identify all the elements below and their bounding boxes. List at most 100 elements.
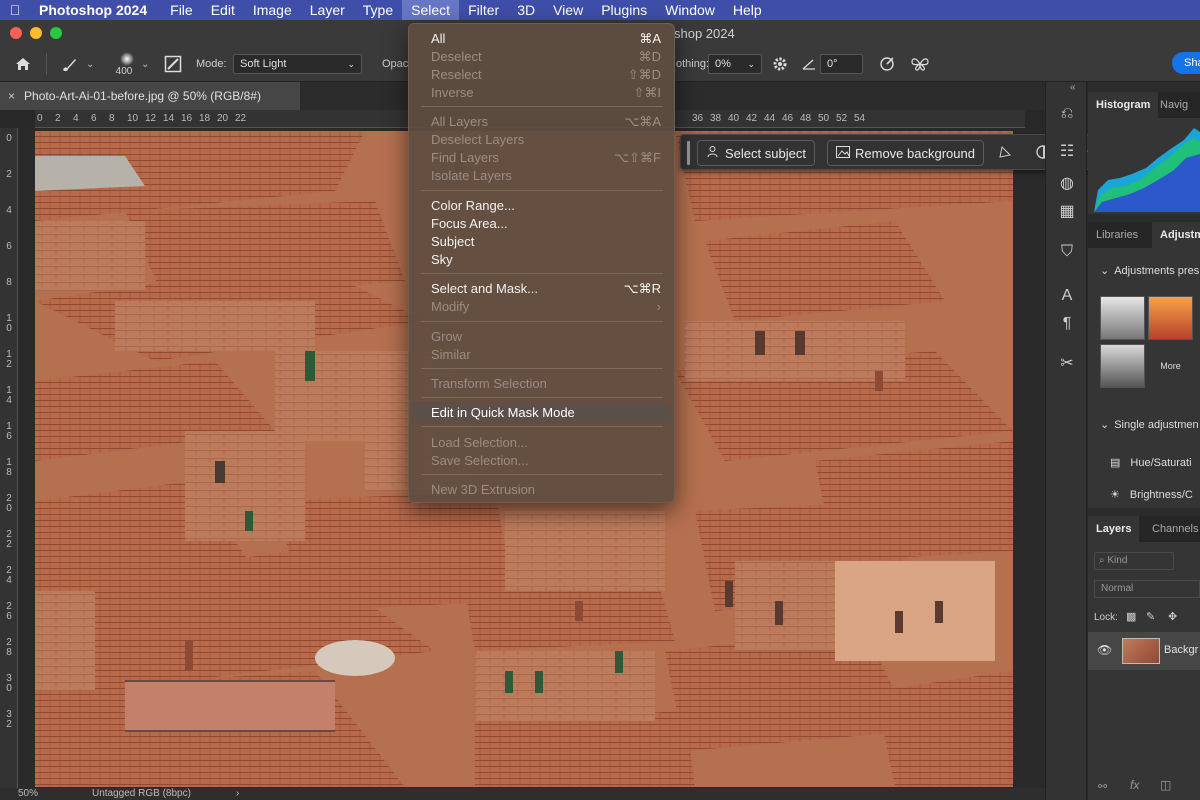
- menu-item-modify: Modify ›: [431, 298, 661, 316]
- lock-brush-icon[interactable]: ✎: [1146, 610, 1155, 623]
- ruler-number: 1 0: [6, 313, 12, 334]
- menu-view[interactable]: View: [544, 0, 592, 20]
- history-icon[interactable]: ⎌: [1057, 104, 1077, 124]
- menu-plugins[interactable]: Plugins: [592, 0, 656, 20]
- menu-item-sky[interactable]: Sky: [431, 251, 661, 269]
- brush-size-picker[interactable]: 400: [114, 46, 134, 82]
- chevron-down-icon: ⌄: [747, 58, 755, 69]
- share-button[interactable]: Sha: [1172, 52, 1200, 74]
- layer-row-background[interactable]: 👁 Backgr: [1088, 632, 1200, 670]
- tab-histogram[interactable]: Histogram: [1088, 92, 1159, 118]
- home-icon[interactable]: [14, 46, 32, 82]
- ruler-number: 8: [6, 277, 12, 288]
- layer-thumbnail: [1122, 638, 1160, 664]
- collapse-panels-icon[interactable]: «: [1070, 82, 1076, 93]
- menu-item-shortcut: ⌥⌘A: [624, 114, 661, 129]
- properties-icon[interactable]: ☷: [1057, 142, 1077, 162]
- ruler-number: 0: [6, 133, 12, 144]
- menu-edit[interactable]: Edit: [202, 0, 244, 20]
- lock-move-icon[interactable]: ✥: [1168, 610, 1177, 623]
- menu-file[interactable]: File: [161, 0, 202, 20]
- stamp-icon[interactable]: ⛉: [1057, 242, 1077, 262]
- menu-item-reselect: Reselect ⇧⌘D: [431, 66, 661, 84]
- pressure-icon[interactable]: [878, 46, 896, 82]
- hue-saturation-item[interactable]: ▤ Hue/Saturati: [1110, 456, 1192, 469]
- tab-adjustments[interactable]: Adjustm: [1152, 222, 1200, 248]
- menu-window[interactable]: Window: [656, 0, 724, 20]
- brush-settings-icon[interactable]: [164, 46, 182, 82]
- tab-libraries[interactable]: Libraries: [1088, 222, 1146, 248]
- tab-navigator[interactable]: Navig: [1152, 92, 1196, 118]
- menu-item-subject[interactable]: Subject: [431, 233, 661, 251]
- menu-item-label: Modify: [431, 299, 470, 314]
- brightness-contrast-item[interactable]: ☀ Brightness/C: [1110, 488, 1193, 501]
- lock-pixels-icon[interactable]: ▩: [1126, 610, 1136, 623]
- menu-help[interactable]: Help: [724, 0, 771, 20]
- layer-effects-icon[interactable]: fx: [1130, 778, 1139, 792]
- hue-saturation-label: Hue/Saturati: [1130, 457, 1192, 469]
- select-dropdown-menu: All ⌘A Deselect ⌘D Reselect ⇧⌘D Inverse ⇧⌘I All …: [408, 23, 675, 503]
- document-tab[interactable]: × Photo-Art-Ai-01-before.jpg @ 50% (RGB/…: [0, 82, 300, 110]
- tools-cross-icon[interactable]: ✂: [1057, 354, 1077, 374]
- transform-selection-icon[interactable]: [997, 144, 1013, 163]
- mode-label: Mode:: [196, 58, 227, 70]
- brush-tool-icon[interactable]: [60, 46, 78, 82]
- color-palette-icon[interactable]: ◍: [1057, 174, 1077, 194]
- layer-kind-filter[interactable]: ⌕ Kind: [1094, 552, 1174, 570]
- more-presets-button[interactable]: More: [1148, 344, 1193, 388]
- zoom-level[interactable]: 50%: [18, 788, 38, 800]
- character-type-icon[interactable]: A: [1057, 286, 1077, 306]
- remove-background-button[interactable]: Remove background: [827, 140, 984, 166]
- menu-item-label: Focus Area...: [431, 216, 508, 231]
- zoom-window-button[interactable]: [50, 27, 62, 39]
- menu-select[interactable]: Select: [402, 0, 460, 20]
- adjustment-presets-header[interactable]: ⌄ Adjustments pres: [1100, 264, 1199, 277]
- paragraph-icon[interactable]: ¶: [1057, 314, 1077, 334]
- status-bar: 50% Untagged RGB (8bpc) ›: [0, 788, 1045, 800]
- chevron-right-icon[interactable]: ›: [236, 788, 239, 800]
- menu-item-select-and-mask[interactable]: Select and Mask... ⌥⌘R: [431, 280, 661, 298]
- menu-3d[interactable]: 3D: [508, 0, 544, 20]
- tab-layers[interactable]: Layers: [1088, 516, 1140, 542]
- single-adjustments-header[interactable]: ⌄ Single adjustmen: [1100, 418, 1199, 431]
- menu-item-color-range[interactable]: Color Range...: [431, 197, 661, 215]
- add-mask-icon[interactable]: ◫: [1160, 778, 1171, 792]
- menu-item-all[interactable]: All ⌘A: [431, 30, 661, 48]
- gear-icon[interactable]: [772, 46, 788, 82]
- panel-icon-strip: « ⎌ ☷ ◍ ▦ ⛉ A ¶ ✂: [1045, 82, 1087, 800]
- symmetry-butterfly-icon[interactable]: [910, 46, 930, 82]
- close-window-button[interactable]: [10, 27, 22, 39]
- brush-size-chevron-icon[interactable]: ⌄: [141, 46, 149, 82]
- menu-item-find-layers: Find Layers ⌥⇧⌘F: [431, 149, 661, 167]
- minimize-window-button[interactable]: [30, 27, 42, 39]
- select-subject-button[interactable]: Select subject: [697, 140, 815, 166]
- mode-select[interactable]: Soft Light ⌄: [233, 54, 362, 74]
- remove-background-label: Remove background: [855, 145, 975, 161]
- tab-channels[interactable]: Channels: [1144, 516, 1200, 542]
- angle-input[interactable]: 0°: [820, 54, 863, 74]
- close-tab-icon[interactable]: ×: [8, 89, 15, 103]
- menu-filter[interactable]: Filter: [459, 0, 508, 20]
- menu-type[interactable]: Type: [354, 0, 402, 20]
- menu-item-shortcut: ⌘D: [638, 49, 661, 64]
- menu-item-label: Find Layers: [431, 150, 499, 165]
- preset-thumbnail-warm[interactable]: [1148, 296, 1193, 340]
- blend-mode-select[interactable]: Normal: [1094, 580, 1200, 598]
- link-layers-icon[interactable]: ⚯: [1098, 780, 1107, 793]
- drag-handle-icon[interactable]: [687, 141, 690, 165]
- smoothing-select[interactable]: 0% ⌄: [708, 54, 762, 74]
- preset-thumbnail-bw[interactable]: [1100, 296, 1145, 340]
- apple-icon[interactable]: : [0, 2, 30, 18]
- menu-image[interactable]: Image: [244, 0, 301, 20]
- smoothing-value: 0%: [715, 58, 731, 70]
- menu-item-edit-in-quick-mask-mode[interactable]: Edit in Quick Mask Mode: [431, 404, 661, 422]
- menu-item-focus-area[interactable]: Focus Area...: [431, 215, 661, 233]
- preset-thumbnail-mono[interactable]: [1100, 344, 1145, 388]
- swatches-grid-icon[interactable]: ▦: [1057, 202, 1077, 222]
- brush-preset-chevron-icon[interactable]: ⌄: [86, 46, 94, 82]
- menu-layer[interactable]: Layer: [301, 0, 354, 20]
- ruler-number: 4: [6, 205, 12, 216]
- visibility-eye-icon[interactable]: 👁: [1097, 643, 1112, 657]
- menu-app-name[interactable]: Photoshop 2024: [30, 0, 161, 20]
- menu-separator: [421, 397, 663, 398]
